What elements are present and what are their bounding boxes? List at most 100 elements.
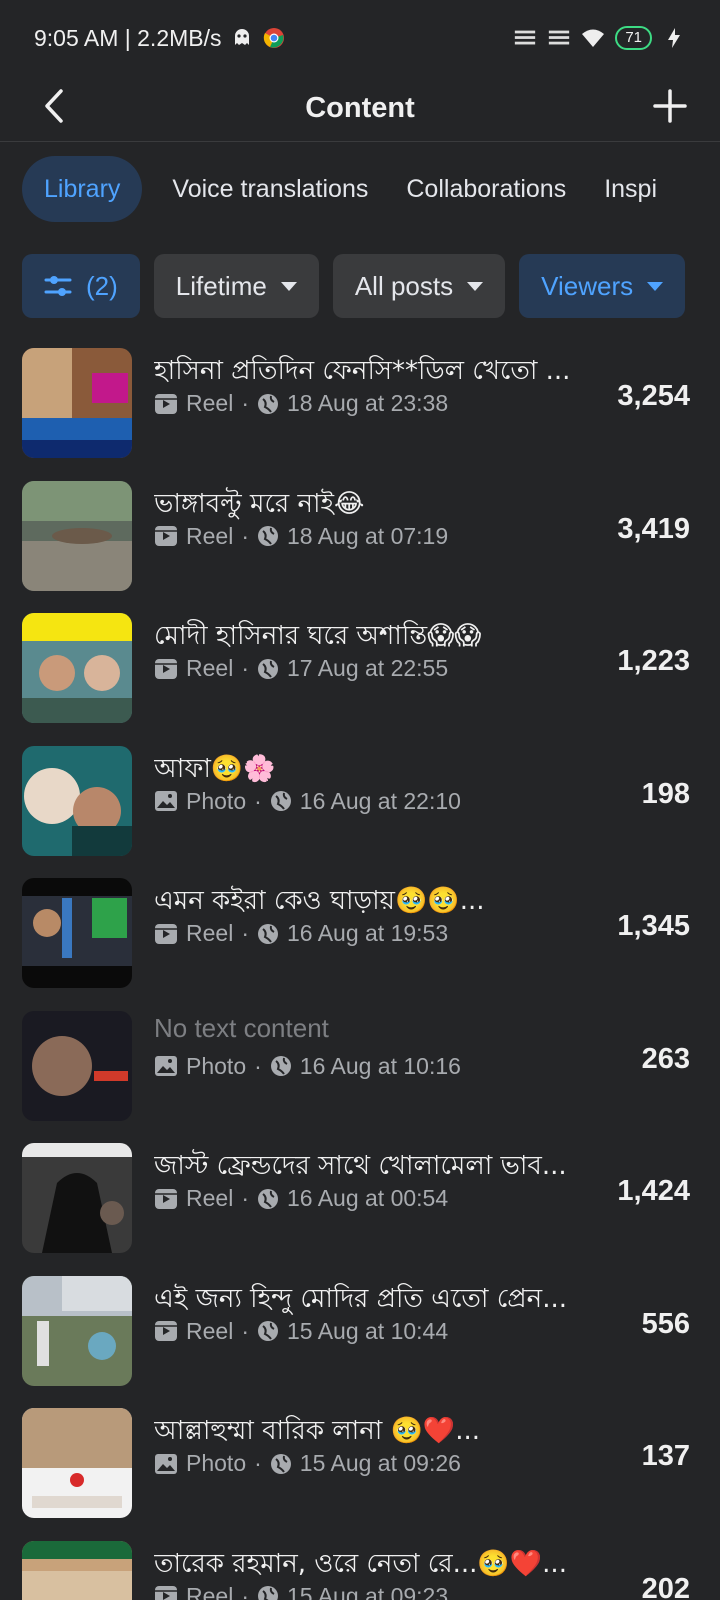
- globe-icon: [270, 1453, 291, 1474]
- tab-voice-translations[interactable]: Voice translations: [164, 156, 376, 222]
- plus-icon: [653, 89, 687, 123]
- globe-icon: [270, 791, 291, 811]
- post-title: আল্লাহুম্মা বারিক লানা 🥹❤️...: [154, 1416, 481, 1446]
- list-item[interactable]: ভাঙ্গাবল্টু মরে নাই😂 Reel · 18 Aug at 07…: [0, 477, 720, 610]
- post-meta: Reel · 18 Aug at 07:19: [154, 523, 448, 550]
- post-thumbnail: [22, 878, 132, 988]
- post-title: হাসিনা প্রতিদিন ফেনসি**ডিল খেতো ...: [154, 356, 571, 386]
- meta-separator: ·: [241, 920, 249, 946]
- post-thumbnail: [22, 348, 132, 458]
- post-date: 15 Aug at 09:26: [299, 1450, 461, 1476]
- post-type: Photo: [186, 1052, 247, 1079]
- content-list: হাসিনা প্রতিদিন ফেনসি**ডিল খেতো ... Reel…: [0, 344, 720, 1600]
- status-right: 71: [513, 26, 686, 50]
- all-posts-dropdown[interactable]: All posts: [332, 254, 506, 318]
- list-item[interactable]: তারেক রহমান, ওরে নেতা রে...🥹❤️... Reel ·…: [0, 1537, 720, 1600]
- meta-separator: ·: [241, 522, 249, 549]
- post-title: মোদী হাসিনার ঘরে অশান্তি😱😱: [154, 621, 482, 651]
- status-bar: 9:05 AM | 2.2MB/s 71: [0, 0, 720, 76]
- viewer-count: 3,419: [617, 512, 690, 545]
- list-item[interactable]: আফা🥹🌸 Photo · 16 Aug at 22:10 198: [0, 742, 720, 875]
- post-date: 18 Aug at 23:38: [286, 390, 449, 416]
- meta-separator: ·: [241, 1317, 249, 1344]
- viewer-count: 263: [641, 1042, 690, 1075]
- post-date: 16 Aug at 19:53: [286, 920, 449, 946]
- tab-collaborations[interactable]: Collaborations: [398, 156, 574, 222]
- meta-separator: ·: [254, 787, 262, 814]
- reel-icon: [155, 526, 177, 546]
- meta-separator: ·: [241, 655, 249, 681]
- post-title: No text content: [154, 1012, 329, 1043]
- reel-icon: [155, 1188, 177, 1209]
- photo-icon: [155, 791, 177, 811]
- post-date: 17 Aug at 22:55: [286, 655, 449, 681]
- post-meta: Reel · 18 Aug at 23:38: [154, 390, 448, 417]
- lifetime-label: Lifetime: [175, 270, 267, 301]
- wifi-icon: [582, 29, 605, 47]
- list-item[interactable]: হাসিনা প্রতিদিন ফেনসি**ডিল খেতো ... Reel…: [0, 344, 720, 477]
- add-button[interactable]: [646, 82, 694, 130]
- globe-icon: [257, 1188, 278, 1209]
- photo-icon: [155, 1056, 177, 1076]
- post-type: Photo: [186, 787, 247, 814]
- globe-icon: [257, 526, 278, 546]
- list-item[interactable]: এমন কইরা কেও ঘাড়ায়🥹🥹... Reel · 16 Aug …: [0, 874, 720, 1007]
- post-thumbnail: [22, 1143, 132, 1253]
- post-thumbnail: [22, 480, 132, 591]
- reel-icon: [155, 658, 177, 679]
- post-thumbnail: [22, 1540, 132, 1600]
- post-type: Reel: [186, 1185, 234, 1211]
- signal-icon-2: [549, 30, 570, 45]
- filter-settings-button[interactable]: (2): [22, 254, 140, 318]
- tab-library[interactable]: Library: [22, 156, 143, 222]
- post-date: 16 Aug at 00:54: [286, 1185, 449, 1211]
- post-thumbnail: [22, 1408, 132, 1518]
- lifetime-dropdown[interactable]: Lifetime: [153, 254, 319, 318]
- post-meta: Photo · 16 Aug at 22:10: [154, 788, 461, 815]
- viewers-label: Viewers: [541, 270, 634, 301]
- post-date: 16 Aug at 22:10: [299, 787, 461, 814]
- meta-separator: ·: [241, 390, 249, 416]
- globe-icon: [257, 923, 278, 944]
- viewer-count: 556: [641, 1307, 690, 1340]
- post-date: 15 Aug at 09:23: [286, 1582, 449, 1600]
- reel-icon: [155, 923, 177, 944]
- page-title: Content: [305, 92, 415, 124]
- post-thumbnail: [22, 1010, 132, 1121]
- filter-bar: (2) Lifetime All posts Viewers: [22, 254, 720, 318]
- globe-icon: [257, 1586, 278, 1600]
- post-meta: Reel · 17 Aug at 22:55: [154, 655, 448, 682]
- filter-count: (2): [86, 270, 118, 301]
- globe-icon: [257, 1321, 278, 1341]
- post-thumbnail: [22, 1275, 132, 1386]
- post-type: Reel: [186, 920, 234, 946]
- post-type: Photo: [186, 1450, 247, 1476]
- post-meta: Photo · 15 Aug at 09:26: [154, 1450, 461, 1477]
- caret-down-icon: [467, 281, 484, 291]
- meta-separator: ·: [241, 1185, 249, 1211]
- viewer-count: 1,424: [617, 1175, 690, 1207]
- tab-inspiration[interactable]: Inspi: [596, 156, 665, 222]
- post-date: 18 Aug at 07:19: [286, 522, 449, 549]
- viewers-dropdown[interactable]: Viewers: [519, 254, 686, 318]
- post-date: 16 Aug at 10:16: [299, 1052, 461, 1079]
- post-thumbnail: [22, 613, 132, 723]
- list-item[interactable]: আল্লাহুম্মা বারিক লানা 🥹❤️... Photo · 15…: [0, 1404, 720, 1537]
- post-title: তারেক রহমান, ওরে নেতা রে...🥹❤️...: [154, 1548, 567, 1579]
- status-left: 9:05 AM | 2.2MB/s: [34, 25, 286, 52]
- status-time: 9:05 AM | 2.2MB/s: [34, 24, 222, 51]
- list-item[interactable]: মোদী হাসিনার ঘরে অশান্তি😱😱 Reel · 17 Aug…: [0, 609, 720, 742]
- back-button[interactable]: [30, 82, 78, 130]
- reel-icon: [155, 1321, 177, 1341]
- meta-separator: ·: [254, 1450, 262, 1476]
- post-thumbnail: [22, 745, 132, 856]
- battery-indicator: 71: [615, 26, 652, 50]
- caret-down-icon: [647, 281, 664, 291]
- post-title: জাস্ট ফ্রেন্ডদের সাথে খোলামেলা ভাব...: [154, 1151, 567, 1181]
- post-meta: Reel · 16 Aug at 00:54: [154, 1185, 448, 1212]
- list-item[interactable]: এই জন্য হিন্দু মোদির প্রতি এতো প্রেন... …: [0, 1272, 720, 1405]
- list-item[interactable]: No text content Photo · 16 Aug at 10:16 …: [0, 1007, 720, 1140]
- content-tabs: Library Voice translations Collaboration…: [22, 156, 720, 222]
- post-title: এই জন্য হিন্দু মোদির প্রতি এতো প্রেন...: [154, 1283, 567, 1314]
- list-item[interactable]: জাস্ট ফ্রেন্ডদের সাথে খোলামেলা ভাব... Re…: [0, 1139, 720, 1272]
